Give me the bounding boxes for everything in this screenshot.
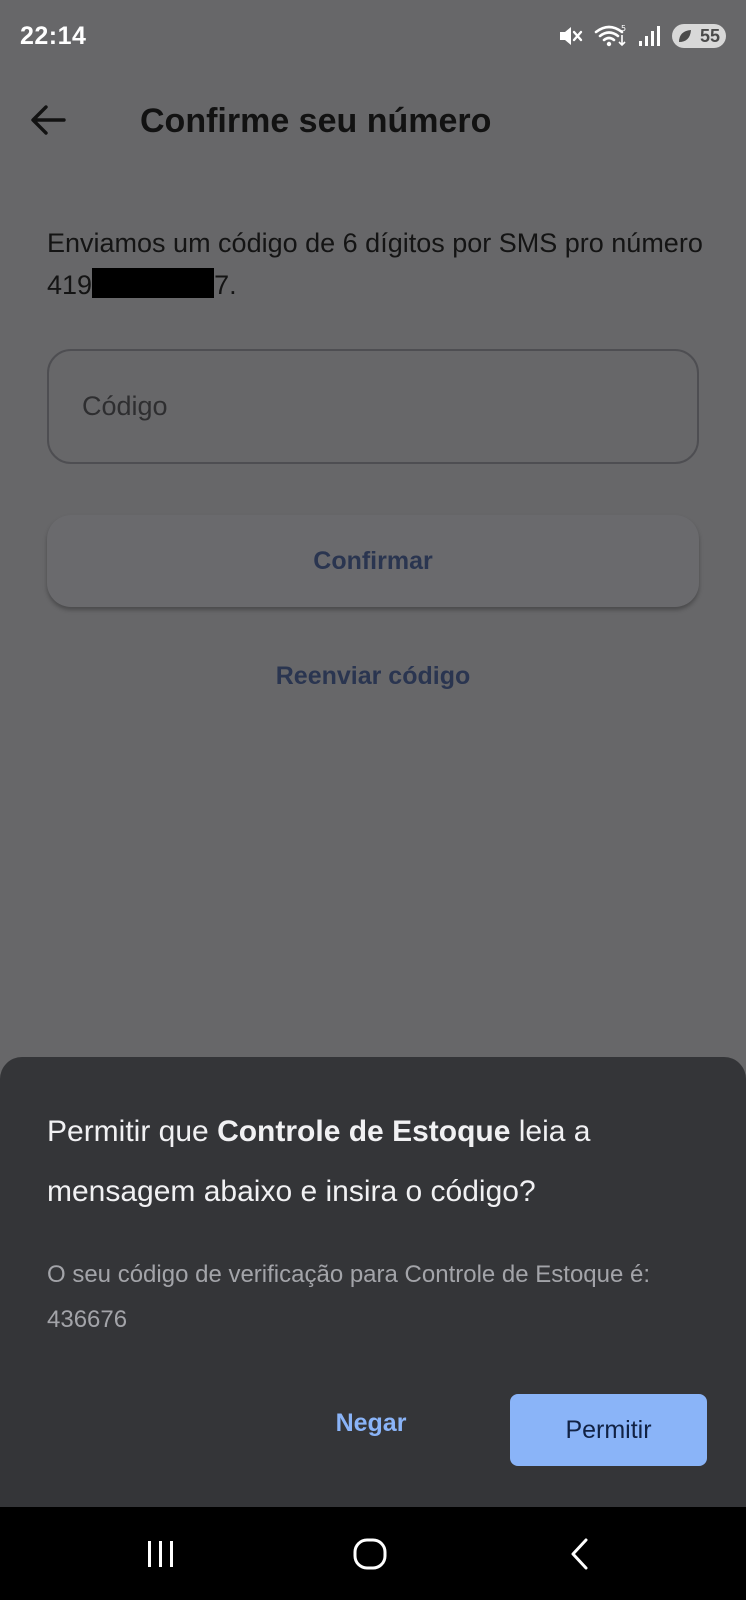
confirm-button[interactable]: Confirmar <box>47 515 699 607</box>
status-bar: 22:14 5 55 <box>0 0 746 72</box>
battery-icon: 55 <box>672 24 726 48</box>
page-title: Confirme seu número <box>140 102 492 140</box>
back-icon <box>551 1531 611 1577</box>
deny-label: Negar <box>335 1408 407 1437</box>
allow-label: Permitir <box>565 1415 652 1444</box>
home-button[interactable] <box>340 1531 400 1577</box>
mute-icon <box>558 24 584 48</box>
arrow-left-icon <box>28 105 68 144</box>
redacted-number <box>92 268 215 298</box>
status-time: 22:14 <box>20 21 87 50</box>
nav-back-button[interactable] <box>551 1531 611 1577</box>
sms-consent-dialog: Permitir que Controle de Estoque leia a … <box>0 1057 746 1507</box>
code-placeholder: Código <box>82 391 168 421</box>
dialog-title: Permitir que Controle de Estoque leia a … <box>47 1102 707 1222</box>
deny-button[interactable]: Negar <box>316 1397 426 1449</box>
sms-description: Enviamos um código de 6 dígitos por SMS … <box>47 222 707 306</box>
battery-level: 55 <box>699 25 720 46</box>
dialog-message: O seu código de verificação para Control… <box>47 1261 651 1333</box>
dialog-title-prefix: Permitir que <box>47 1115 218 1148</box>
back-button[interactable] <box>28 100 80 146</box>
home-icon <box>340 1531 400 1577</box>
recents-icon <box>131 1531 191 1577</box>
wifi-icon: 5 <box>594 23 628 49</box>
svg-text:5: 5 <box>621 24 626 33</box>
status-icons: 5 55 <box>558 23 726 49</box>
resend-label: Reenviar código <box>275 662 471 690</box>
description-suffix: 7. <box>214 270 237 300</box>
app-bar: Confirme seu número <box>0 82 746 162</box>
dialog-app-name: Controle de Estoque <box>217 1115 511 1148</box>
code-input[interactable]: Código <box>47 349 699 464</box>
navigation-bar <box>0 1507 746 1600</box>
confirm-label: Confirmar <box>313 546 433 575</box>
allow-button[interactable]: Permitir <box>510 1394 707 1466</box>
signal-icon <box>638 24 662 48</box>
leaf-icon <box>679 30 691 42</box>
recents-button[interactable] <box>131 1531 191 1577</box>
resend-code-link[interactable]: Reenviar código <box>0 662 746 691</box>
